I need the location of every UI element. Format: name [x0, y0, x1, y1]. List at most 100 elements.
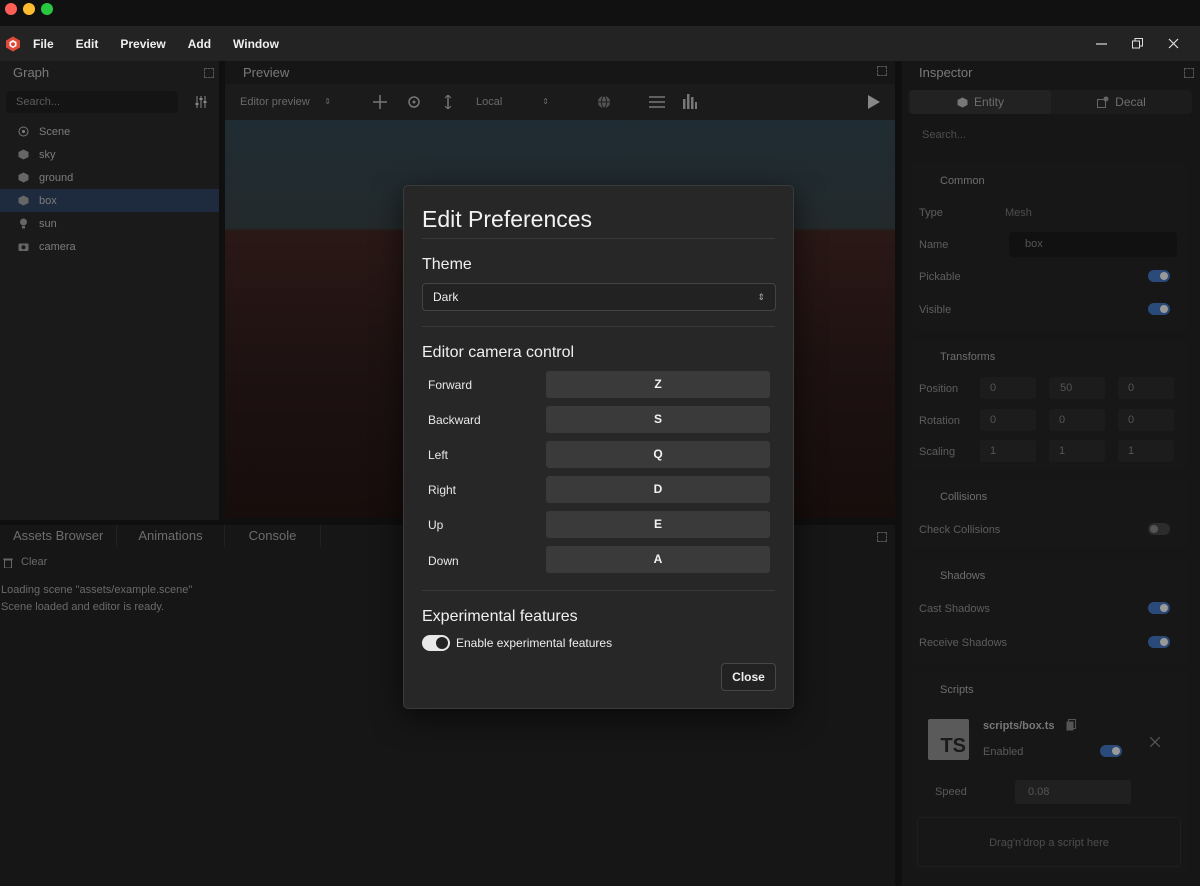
name-input[interactable]: box: [1009, 232, 1177, 257]
stats-chart-icon[interactable]: [683, 94, 697, 109]
graph-item-sun[interactable]: sun: [0, 212, 219, 235]
type-label: Type: [919, 207, 943, 219]
scripts-section-title[interactable]: Scripts: [940, 684, 974, 696]
graph-item-scene[interactable]: Scene: [0, 120, 219, 143]
tab-entity[interactable]: Entity: [910, 90, 1051, 114]
scaling-z-input[interactable]: 1: [1118, 440, 1174, 462]
graph-item-ground[interactable]: ground: [0, 166, 219, 189]
collisions-section-title[interactable]: Collisions: [940, 491, 987, 503]
preview-toolbar: Editor preview ⇕ Local ⇕: [225, 84, 895, 120]
graph-item-sky[interactable]: sky: [0, 143, 219, 166]
tab-entity-label: Entity: [973, 95, 1004, 109]
script-drop-zone[interactable]: Drag'n'drop a script here: [917, 817, 1181, 867]
menu-preview[interactable]: Preview: [120, 37, 165, 51]
script-enabled-toggle[interactable]: [1100, 745, 1122, 757]
light-icon: [20, 218, 27, 229]
rotate-gizmo-icon[interactable]: [407, 95, 421, 109]
tab-animations[interactable]: Animations: [117, 525, 225, 547]
graph-search-input[interactable]: Search...: [6, 91, 178, 113]
close-icon[interactable]: [1155, 26, 1191, 61]
scale-gizmo-icon[interactable]: [441, 95, 455, 109]
decal-icon: [1097, 96, 1109, 108]
space-select[interactable]: Local ⇕: [469, 91, 553, 113]
theme-select[interactable]: Dark ⇕: [422, 283, 776, 311]
camera-control-heading: Editor camera control: [422, 344, 575, 361]
tab-assets-browser[interactable]: Assets Browser: [0, 525, 118, 547]
divider: [422, 326, 775, 327]
cube-icon: [18, 149, 29, 160]
ts-badge-icon: TS: [928, 719, 969, 760]
close-window-button[interactable]: [5, 3, 17, 15]
tab-console[interactable]: Console: [225, 525, 322, 547]
remove-script-icon[interactable]: [1150, 737, 1160, 747]
play-icon[interactable]: [867, 94, 881, 110]
minimize-icon[interactable]: [1083, 26, 1119, 61]
graph-item-camera[interactable]: camera: [0, 235, 219, 258]
shadows-section-title[interactable]: Shadows: [940, 570, 985, 582]
restore-icon[interactable]: [1119, 26, 1155, 61]
graph-item-box[interactable]: box: [0, 189, 219, 212]
rotation-y-input[interactable]: 0: [1049, 409, 1105, 431]
binding-key-left[interactable]: Q: [546, 441, 770, 468]
graph-item-label: box: [39, 194, 57, 207]
graph-expand-icon[interactable]: [204, 68, 214, 78]
binding-key-forward[interactable]: Z: [546, 371, 770, 398]
scene-icon: [18, 126, 29, 137]
console-line: Scene loaded and editor is ready.: [1, 601, 165, 613]
zoom-window-button[interactable]: [41, 3, 53, 15]
filter-icon[interactable]: [194, 95, 208, 109]
cast-shadows-toggle[interactable]: [1148, 602, 1170, 614]
chevron-updown-icon: ⇕: [757, 292, 765, 302]
menu-window[interactable]: Window: [233, 37, 279, 51]
minimize-window-button[interactable]: [23, 3, 35, 15]
camera-select[interactable]: Editor preview ⇕: [231, 91, 335, 113]
scaling-x-input[interactable]: 1: [980, 440, 1036, 462]
cube-icon: [18, 172, 29, 183]
rotation-x-input[interactable]: 0: [980, 409, 1036, 431]
binding-key-right[interactable]: D: [546, 476, 770, 503]
pickable-label: Pickable: [919, 271, 961, 283]
check-collisions-label: Check Collisions: [919, 524, 1001, 536]
common-section-title[interactable]: Common: [940, 175, 985, 187]
receive-shadows-toggle[interactable]: [1148, 636, 1170, 648]
menu-file[interactable]: File: [33, 37, 54, 51]
inspector-expand-icon[interactable]: [1184, 68, 1194, 78]
position-x-input[interactable]: 0: [980, 377, 1036, 399]
inspector-search-input[interactable]: Search...: [922, 129, 966, 141]
trash-icon: [3, 558, 13, 568]
app-logo-icon: [6, 36, 20, 51]
position-z-input[interactable]: 0: [1118, 377, 1174, 399]
binding-label-down: Down: [428, 554, 459, 568]
move-gizmo-icon[interactable]: [373, 95, 387, 109]
experimental-features-toggle[interactable]: [422, 635, 450, 651]
graph-item-label: sky: [39, 148, 56, 161]
rotation-z-input[interactable]: 0: [1118, 409, 1174, 431]
binding-label-right: Right: [428, 483, 457, 497]
speed-input[interactable]: 0.08: [1015, 780, 1131, 804]
clear-console-button[interactable]: Clear: [3, 555, 47, 569]
cube-icon: [18, 195, 29, 206]
binding-label-forward: Forward: [428, 378, 473, 392]
copy-icon[interactable]: [1066, 719, 1076, 731]
close-button[interactable]: Close: [721, 663, 776, 691]
tab-decal-label: Decal: [1115, 95, 1146, 109]
visible-label: Visible: [919, 304, 952, 316]
menu-edit[interactable]: Edit: [76, 37, 99, 51]
preview-expand-icon[interactable]: [877, 66, 887, 76]
check-collisions-toggle[interactable]: [1148, 523, 1170, 535]
pickable-toggle[interactable]: [1148, 270, 1170, 282]
scaling-y-input[interactable]: 1: [1049, 440, 1105, 462]
globe-icon[interactable]: [597, 95, 611, 109]
clear-label: Clear: [21, 556, 48, 568]
settings-sliders-icon[interactable]: [649, 95, 665, 109]
transforms-section-title[interactable]: Transforms: [940, 351, 995, 363]
binding-key-up[interactable]: E: [546, 511, 770, 538]
binding-key-down[interactable]: A: [546, 546, 770, 573]
tab-decal[interactable]: Decal: [1051, 90, 1192, 114]
position-y-input[interactable]: 50: [1049, 377, 1105, 399]
menu-add[interactable]: Add: [188, 37, 211, 51]
console-line: Loading scene "assets/example.scene": [1, 584, 193, 596]
binding-key-backward[interactable]: S: [546, 406, 770, 433]
edit-preferences-dialog: Edit Preferences Theme Dark ⇕ Editor cam…: [403, 185, 794, 709]
visible-toggle[interactable]: [1148, 303, 1170, 315]
